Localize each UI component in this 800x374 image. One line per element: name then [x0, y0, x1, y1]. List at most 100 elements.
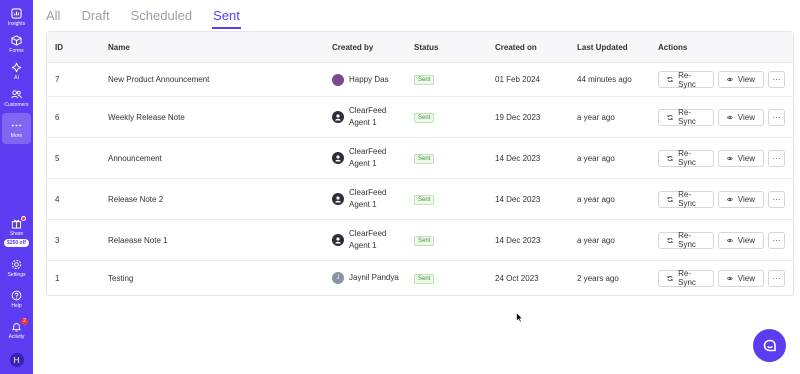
resync-button[interactable]: Re-Sync: [658, 190, 714, 208]
sidebar-item-ai[interactable]: AI: [2, 59, 31, 84]
agent-avatar: [332, 152, 344, 164]
sidebar-item-label: Share: [9, 231, 24, 237]
status-badge: Sent: [414, 273, 435, 284]
tab-scheduled[interactable]: Scheduled: [131, 0, 192, 29]
cell-status: Sent: [414, 194, 435, 205]
resync-button[interactable]: Re-Sync: [658, 71, 714, 89]
eye-icon: [727, 276, 733, 280]
table-row[interactable]: 4 Release Note 2 ClearFeed Agent 1 Sent 14 De…: [47, 179, 793, 220]
avatar-initial: H: [13, 355, 20, 365]
column-header-created-on: Created on: [495, 42, 537, 52]
cell-name: Relaease Note 1: [108, 235, 168, 245]
view-button[interactable]: View: [718, 231, 764, 249]
resync-button[interactable]: Re-Sync: [658, 149, 714, 167]
notification-dot: [21, 216, 26, 221]
sidebar-item-forms[interactable]: Forms: [2, 32, 31, 57]
resync-button[interactable]: Re-Sync: [658, 231, 714, 249]
view-label: View: [737, 273, 755, 283]
more-options-button[interactable]: ···: [768, 269, 785, 287]
more-options-button[interactable]: ···: [768, 149, 785, 167]
table-row[interactable]: 6 Weekly Release Note ClearFeed Agent 1 Sent…: [47, 97, 793, 138]
user-photo-avatar: [332, 73, 344, 86]
view-label: View: [737, 194, 755, 204]
cell-id: 7: [55, 75, 60, 84]
sidebar-item-customers[interactable]: Customers: [2, 86, 31, 111]
resync-button[interactable]: Re-Sync: [658, 108, 714, 126]
cell-created-on: 24 Oct 2023: [495, 273, 539, 283]
bar-chart-icon: [11, 8, 22, 19]
more-icon: ···: [772, 235, 781, 245]
mouse-cursor: [516, 312, 523, 323]
eye-icon: [727, 156, 733, 160]
view-button[interactable]: View: [718, 108, 764, 126]
sidebar-item-help[interactable]: Help: [2, 287, 31, 312]
refresh-icon: [667, 275, 673, 281]
view-label: View: [737, 75, 755, 84]
sidebar-item-insights[interactable]: Insights: [2, 5, 31, 30]
cell-created-by: ClearFeed Agent 1: [332, 146, 386, 170]
resync-label: Re-Sync: [678, 108, 696, 126]
refresh-icon: [667, 196, 673, 202]
cell-id: 1: [55, 273, 60, 283]
more-options-button[interactable]: ···: [768, 190, 785, 208]
status-badge: Sent: [414, 112, 435, 123]
more-options-button[interactable]: ···: [768, 71, 785, 88]
view-button[interactable]: View: [718, 190, 764, 208]
cell-created-by: J Jaynil Pandya: [332, 272, 399, 284]
table-row[interactable]: 7 New Product Announcement Happy Das Sent 01…: [47, 63, 793, 97]
cell-id: 6: [55, 112, 60, 122]
eye-icon: [727, 197, 733, 201]
table-header: ID Name Created by Status Created on Las…: [47, 32, 793, 63]
resync-button[interactable]: Re-Sync: [658, 269, 714, 287]
tab-all[interactable]: All: [46, 0, 60, 29]
resync-label: Re-Sync: [678, 231, 696, 249]
column-header-name: Name: [108, 42, 130, 52]
eye-icon: [727, 115, 733, 119]
more-options-button[interactable]: ···: [768, 108, 785, 126]
cell-last-updated: 2 years ago: [577, 273, 619, 283]
sidebar-item-label: Help: [11, 303, 22, 309]
view-label: View: [737, 235, 755, 245]
sidebar-item-share[interactable]: Share $250 off: [2, 215, 31, 250]
cell-status: Sent: [414, 273, 435, 284]
eye-icon: [727, 238, 733, 242]
avatar-initial: J: [336, 275, 340, 281]
sidebar-item-label: Activity: [8, 334, 25, 340]
refresh-icon: [667, 237, 673, 243]
tab-sent[interactable]: Sent: [212, 0, 241, 29]
tab-draft[interactable]: Draft: [81, 0, 109, 29]
table-row[interactable]: 5 Announcement ClearFeed Agent 1 Sent 14 Dec …: [47, 138, 793, 179]
sidebar-item-more[interactable]: More: [2, 113, 31, 144]
cell-status: Sent: [414, 112, 435, 123]
sidebar-item-activity[interactable]: 2 Activity: [2, 318, 31, 343]
table-row[interactable]: 3 Relaease Note 1 ClearFeed Agent 1 Sent 14 D…: [47, 220, 793, 261]
share-offer-badge[interactable]: $250 off: [4, 239, 29, 247]
eye-icon: [727, 77, 733, 82]
sidebar-item-settings[interactable]: Settings: [2, 256, 31, 281]
column-header-id: ID: [55, 42, 63, 52]
cell-status: Sent: [414, 153, 435, 164]
view-button[interactable]: View: [718, 269, 764, 287]
gear-icon: [11, 259, 22, 270]
table-body: 7 New Product Announcement Happy Das Sent 01…: [47, 63, 793, 295]
resync-label: Re-Sync: [678, 149, 696, 167]
chat-support-button[interactable]: [753, 329, 786, 362]
more-icon: ···: [772, 273, 781, 283]
status-badge: Sent: [414, 235, 435, 246]
status-badge: Sent: [414, 75, 435, 85]
table-row[interactable]: 1 Testing J Jaynil Pandya Sent 24 Oct 2023 2 y…: [47, 261, 793, 295]
cell-actions: Re-Sync View ···: [658, 71, 785, 89]
view-button[interactable]: View: [718, 71, 764, 88]
user-avatar[interactable]: H: [9, 353, 24, 367]
view-button[interactable]: View: [718, 149, 764, 167]
more-icon: ···: [772, 194, 781, 204]
sidebar-item-label: Settings: [7, 272, 26, 278]
creator-name-line2: Agent 1: [349, 241, 377, 250]
creator-name: ClearFeed Agent 1: [349, 228, 386, 252]
cell-name: Release Note 2: [108, 194, 164, 204]
more-options-button[interactable]: ···: [768, 231, 785, 249]
cell-created-on: 01 Feb 2024: [495, 75, 540, 84]
help-icon: [11, 290, 22, 301]
cell-created-on: 14 Dec 2023: [495, 235, 541, 245]
resync-label: Re-Sync: [678, 269, 696, 287]
